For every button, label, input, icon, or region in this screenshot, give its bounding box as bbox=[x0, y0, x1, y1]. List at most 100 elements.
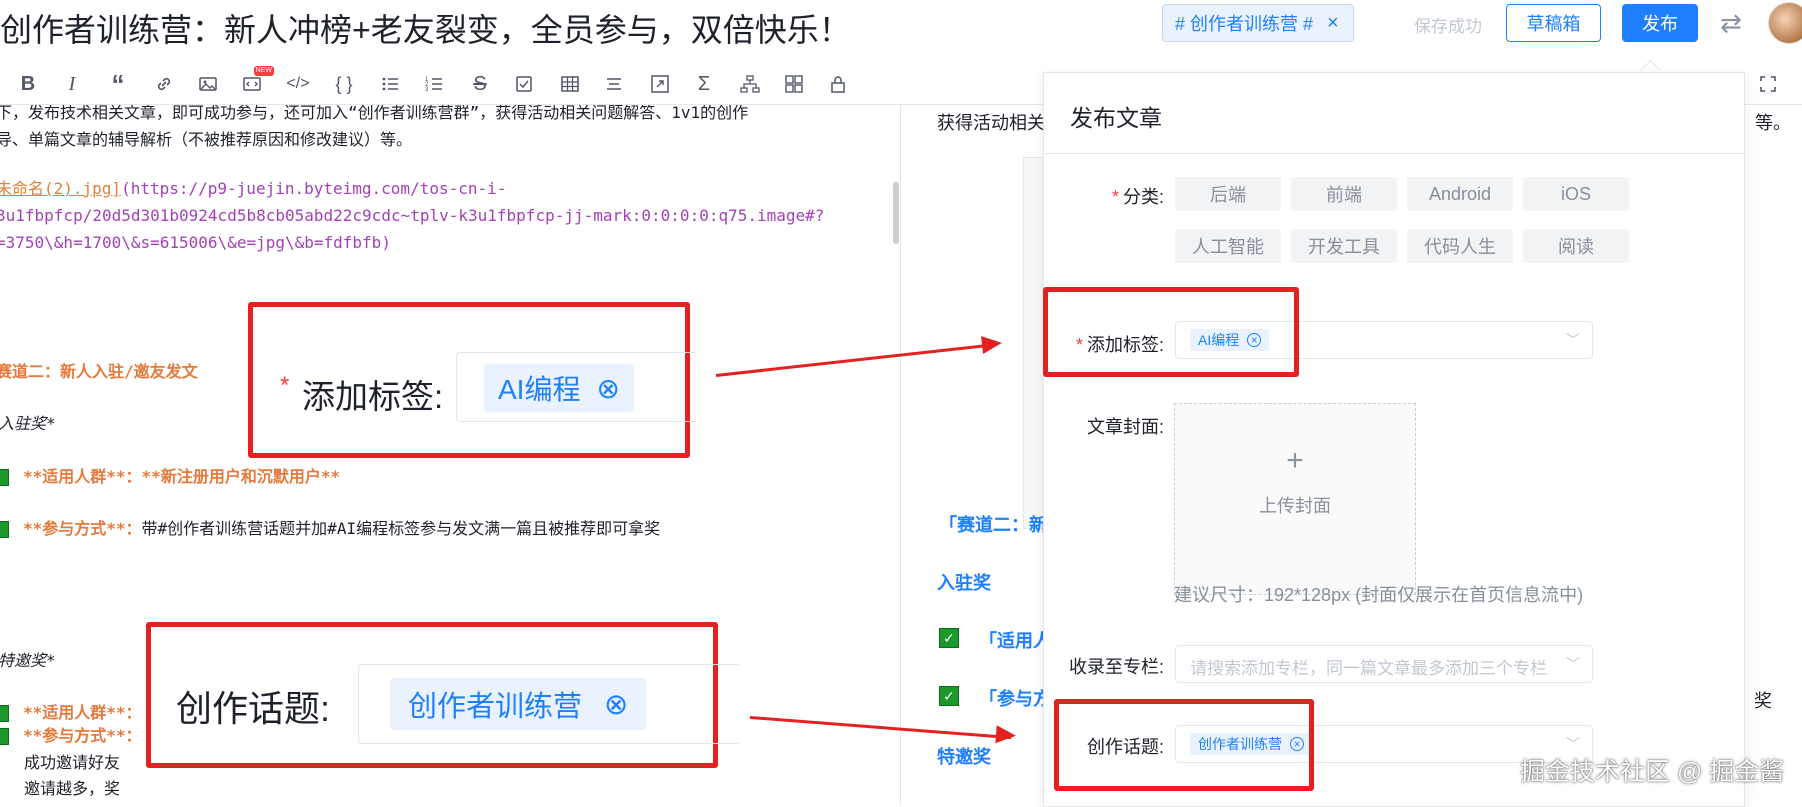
category-option[interactable]: 人工智能 bbox=[1175, 229, 1281, 263]
checkbox-icon: ✓ bbox=[939, 628, 959, 648]
zoom-topic-chip: 创作者训练营 ⊗ bbox=[390, 678, 647, 730]
checkbox-icon: ✓ bbox=[939, 686, 959, 706]
callout-red-box bbox=[1054, 699, 1314, 791]
zoom-callout-tag: * 添加标签: AI编程 ⊗ bbox=[234, 292, 697, 462]
switch-editor-icon[interactable]: ⇄ bbox=[1720, 8, 1742, 39]
zoom-tag-chip-label: AI编程 bbox=[498, 374, 581, 405]
category-option[interactable]: 前端 bbox=[1291, 177, 1397, 211]
embed-icon[interactable]: NEW bbox=[240, 66, 274, 96]
required-mark: * bbox=[280, 372, 290, 399]
checklist-item: **适用人群**：**新注册用户和沉默用户** bbox=[0, 463, 340, 490]
chevron-down-icon: ﹀ bbox=[1566, 656, 1580, 672]
settle-award-heading: 入驻奖* bbox=[0, 414, 56, 433]
mindmap-icon[interactable] bbox=[738, 72, 762, 96]
align-icon[interactable] bbox=[602, 72, 626, 96]
watermark: 掘金技术社区 @ 掘金酱 bbox=[1520, 758, 1785, 786]
grid-icon[interactable] bbox=[782, 72, 806, 96]
cover-upload[interactable]: + 上传封面 bbox=[1174, 403, 1416, 595]
item-label: **参与方式**： bbox=[23, 519, 142, 538]
zoom-callout-topic: 创作话题: 创作者训练营 ⊗ bbox=[132, 588, 739, 805]
save-status: 保存成功 bbox=[1414, 17, 1482, 36]
column-select[interactable]: 请搜索添加专栏，同一篇文章最多添加三个专栏 ﹀ bbox=[1175, 645, 1593, 683]
lock-icon[interactable] bbox=[826, 72, 850, 96]
cover-label: 文章封面: bbox=[1086, 417, 1164, 437]
track2-heading: 赛道二：新人入驻/邀友发文 bbox=[0, 362, 198, 381]
topic-chip-label: # 创作者训练营 # bbox=[1175, 14, 1314, 34]
close-circle-icon: ⊗ bbox=[596, 372, 620, 404]
chevron-down-icon: ﹀ bbox=[1566, 736, 1580, 752]
drafts-button[interactable]: 草稿箱 bbox=[1506, 4, 1601, 42]
category-option[interactable]: 代码人生 bbox=[1407, 229, 1513, 263]
category-label: * 分类: bbox=[1111, 187, 1164, 207]
preview-list-item: 「参与方 bbox=[979, 689, 1051, 709]
close-circle-icon: ⊗ bbox=[604, 688, 629, 721]
preview-heading: 「赛道二：新 bbox=[939, 515, 1047, 535]
arrow-head-icon bbox=[995, 725, 1017, 745]
task-list-icon[interactable] bbox=[512, 72, 536, 96]
item-value: 带#创作者训练营话题并加#AI编程标签参与发文满一篇且被推荐即可拿奖 bbox=[141, 519, 661, 538]
checkbox-icon bbox=[0, 705, 9, 722]
close-icon[interactable]: × bbox=[1327, 12, 1339, 35]
formula-icon[interactable]: Σ bbox=[692, 72, 716, 96]
ordered-list-icon[interactable]: 123 bbox=[422, 72, 446, 96]
divider bbox=[1044, 153, 1744, 154]
checklist-item: **参与方式**：带#创作者训练营话题并加#AI编程标签参与发文满一篇且被推荐即… bbox=[0, 515, 660, 542]
item-label: **适用人群**： bbox=[23, 703, 142, 722]
editor-line: 下，发布技术相关文章，即可成功参与，还可加入“创作者训练营群”，获得活动相关问题… bbox=[0, 105, 749, 122]
code-icon[interactable]: </> bbox=[286, 72, 310, 96]
unordered-list-icon[interactable] bbox=[378, 72, 402, 96]
zoom-tag-label: 添加标签: bbox=[302, 378, 444, 415]
fullscreen-icon[interactable] bbox=[1756, 72, 1780, 96]
arrow-head-icon bbox=[981, 333, 1003, 355]
zoom-topic-label: 创作话题: bbox=[176, 688, 331, 729]
url-text: (https://p9-juejin.byteimg.com/tos-cn-i- bbox=[121, 179, 507, 198]
preview-paragraph: 等。 bbox=[1755, 113, 1791, 133]
url-text: =3750\&h=1700\&s=615006\&e=jpg\&b=fdfbfb… bbox=[0, 233, 391, 252]
preview-subheading: 特邀奖 bbox=[937, 747, 991, 767]
category-option[interactable]: iOS bbox=[1523, 177, 1629, 211]
item-label: **适用人群**： bbox=[23, 467, 142, 486]
upload-text: 上传封面 bbox=[1259, 496, 1331, 516]
checkbox-icon bbox=[0, 728, 9, 745]
avatar[interactable] bbox=[1768, 2, 1802, 44]
image-link-text[interactable]: 未命名(2).jpg] bbox=[0, 179, 121, 198]
zoom-tag-chip: AI编程 ⊗ bbox=[484, 364, 634, 412]
category-option[interactable]: 阅读 bbox=[1523, 229, 1629, 263]
link-icon[interactable] bbox=[152, 72, 176, 96]
category-option[interactable]: 后端 bbox=[1175, 177, 1281, 211]
bold-icon[interactable]: B bbox=[16, 72, 40, 96]
editor-line: 导、单篇文章的辅导解析（不被推荐原因和修改建议）等。 bbox=[0, 130, 413, 149]
plus-icon: + bbox=[1286, 444, 1304, 477]
preview-list-item: 「适用人 bbox=[979, 631, 1051, 651]
category-option[interactable]: Android bbox=[1407, 177, 1513, 211]
italic-icon[interactable]: I bbox=[60, 72, 84, 96]
item-label: **参与方式**： bbox=[23, 726, 142, 745]
cover-size-hint: 建议尺寸：192*128px (封面仅展示在首页信息流中) bbox=[1174, 585, 1584, 605]
editor-line: 成功邀请好友 bbox=[24, 753, 121, 772]
url-text: 3u1fbpfcp/20d5d301b0924cd5b8cb05abd22c9c… bbox=[0, 206, 825, 225]
publish-button[interactable]: 发布 bbox=[1622, 4, 1698, 42]
image-icon[interactable] bbox=[196, 72, 220, 96]
preview-paragraph: 获得活动相关 bbox=[937, 113, 1045, 133]
topic-chip[interactable]: # 创作者训练营 # × bbox=[1162, 4, 1354, 42]
editor-scrollbar[interactable] bbox=[893, 182, 899, 244]
column-label: 收录至专栏: bbox=[1068, 657, 1164, 677]
quote-icon[interactable]: “ bbox=[106, 69, 130, 99]
preview-fragment: 奖 bbox=[1754, 691, 1772, 711]
editor-line: 邀请越多，奖 bbox=[24, 779, 121, 798]
strikethrough-icon[interactable]: S bbox=[468, 72, 492, 96]
panel-title: 发布文章 bbox=[1070, 105, 1162, 131]
editor-image-line: 未命名(2).jpg](https://p9-juejin.byteimg.co… bbox=[0, 175, 506, 202]
code-block-icon[interactable]: { } bbox=[332, 72, 356, 96]
chevron-down-icon: ﹀ bbox=[1566, 332, 1580, 348]
resize-icon[interactable] bbox=[648, 72, 672, 96]
editor-header: 创作者训练营：新人冲榜+老友裂变，全员参与，双倍快乐！ # 创作者训练营 # ×… bbox=[0, 0, 1802, 65]
checkbox-icon bbox=[0, 469, 9, 486]
preview-subheading: 入驻奖 bbox=[937, 573, 991, 593]
article-title-input[interactable]: 创作者训练营：新人冲榜+老友裂变，全员参与，双倍快乐！ bbox=[0, 8, 851, 52]
item-value: **新注册用户和沉默用户** bbox=[141, 467, 341, 486]
column-placeholder: 请搜索添加专栏，同一篇文章最多添加三个专栏 bbox=[1190, 659, 1547, 678]
table-icon[interactable] bbox=[558, 72, 582, 96]
invite-award-heading: 特邀奖* bbox=[0, 651, 56, 670]
category-option[interactable]: 开发工具 bbox=[1291, 229, 1397, 263]
